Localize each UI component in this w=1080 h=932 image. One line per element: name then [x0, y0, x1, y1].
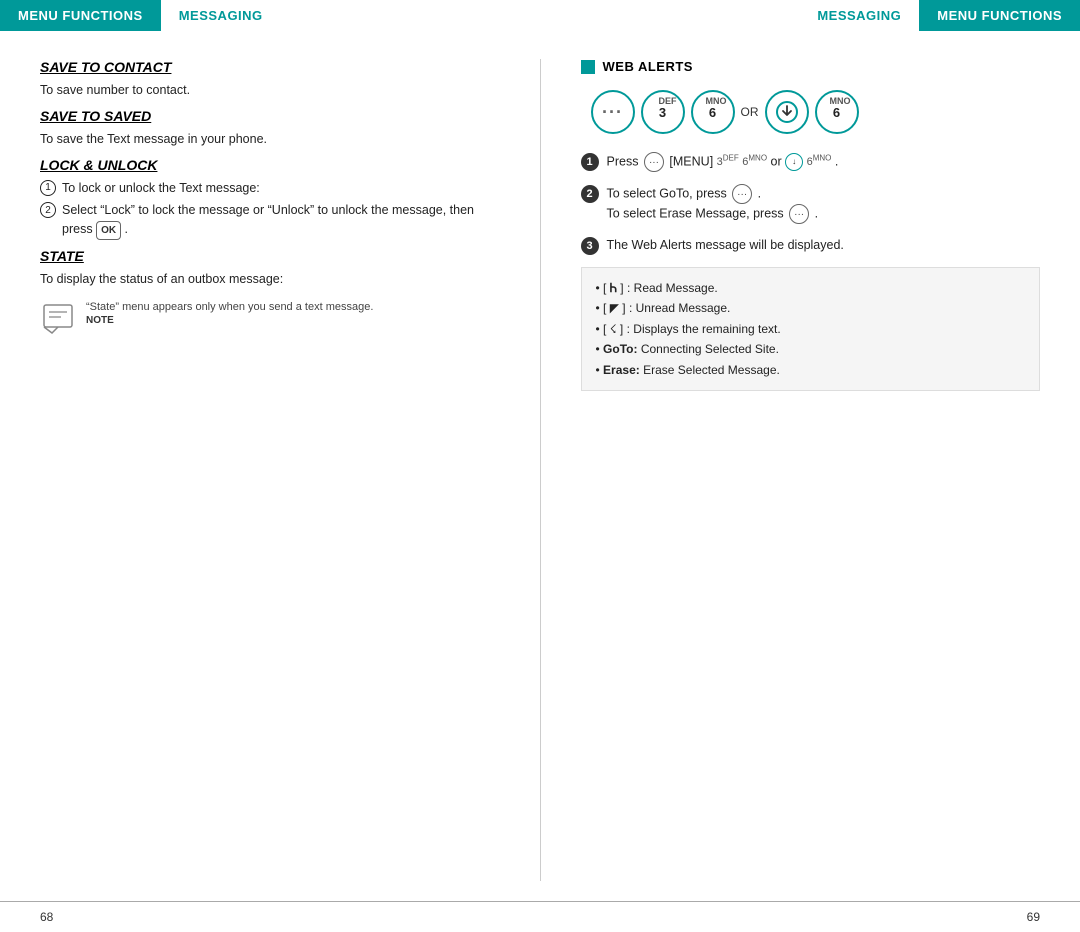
lock-unlock-step2-text: Select “Lock” to lock the message or “Un… — [62, 201, 500, 240]
6mno2-main: 6 — [833, 105, 840, 120]
legend-list: [ Ꮒ ] : Read Message. [ ◤ ] : Unread Mes… — [596, 278, 1026, 380]
download-arrow-icon — [776, 101, 798, 123]
legend-item-3: [ ☇ ] : Displays the remaining text. — [596, 319, 1026, 339]
page-number-right: 69 — [1027, 910, 1040, 924]
step1-text: Press ··· [MENU] 3DEF 6MNO or ↓ 6MNO . — [607, 152, 839, 172]
save-to-contact-title: SAVE TO CONTACT — [40, 59, 500, 75]
legend-label-2: : Unread Message. — [629, 301, 730, 315]
goto-btn: ··· — [732, 184, 752, 204]
erase-btn: ··· — [789, 204, 809, 224]
6mno-button-icon: MNO 6 — [691, 90, 735, 134]
step2-number: 2 — [40, 202, 56, 218]
page-footer: 68 69 — [0, 901, 1080, 932]
web-alerts-header: WEB ALERTS — [581, 59, 1041, 74]
legend-goto-bold: GoTo: — [603, 342, 637, 356]
legend-erase-bold: Erase: — [603, 363, 640, 377]
6mno-superscript: MNO — [706, 96, 727, 106]
legend-icon-2: [ ◤ ] — [603, 301, 626, 315]
left-column: SAVE TO CONTACT To save number to contac… — [40, 59, 541, 881]
lock-unlock-section: LOCK & UNLOCK 1 To lock or unlock the Te… — [40, 157, 500, 241]
legend-goto-label: Connecting Selected Site. — [641, 342, 779, 356]
main-content: SAVE TO CONTACT To save number to contac… — [0, 31, 1080, 901]
legend-item-1: [ Ꮒ ] : Read Message. — [596, 278, 1026, 298]
download-button-icon — [765, 90, 809, 134]
legend-item-4: GoTo: Connecting Selected Site. — [596, 339, 1026, 359]
menu-functions-badge-left: MENU FUNCTIONS — [0, 0, 161, 31]
note-box: “State” menu appears only when you send … — [40, 301, 500, 337]
messaging-label-left: MESSAGING — [161, 0, 281, 31]
legend-label-1: : Read Message. — [627, 281, 718, 295]
step-1: 1 Press ··· [MENU] 3DEF 6MNO or ↓ 6MNO . — [581, 152, 1041, 172]
button-icons-row: ··· DEF 3 MNO 6 OR — [591, 90, 1041, 134]
note-icon — [40, 301, 76, 337]
legend-icon-3: [ ☇ ] — [603, 322, 623, 336]
lock-unlock-step2: 2 Select “Lock” to lock the message or “… — [40, 201, 500, 240]
note-label: NOTE — [86, 315, 373, 326]
save-to-contact-section: SAVE TO CONTACT To save number to contac… — [40, 59, 500, 100]
right-column: WEB ALERTS ··· DEF 3 MNO 6 OR — [541, 59, 1041, 881]
6mno-main: 6 — [709, 105, 716, 120]
3def-main: 3 — [659, 105, 666, 120]
step-2: 2 To select GoTo, press ··· . To select … — [581, 184, 1041, 224]
dots-icon: ··· — [602, 102, 623, 123]
state-section: STATE To display the status of an outbox… — [40, 248, 500, 337]
lock-unlock-step1: 1 To lock or unlock the Text message: — [40, 179, 500, 198]
note-text: “State” menu appears only when you send … — [86, 301, 373, 313]
step3-text: The Web Alerts message will be displayed… — [607, 236, 844, 255]
legend-item-5: Erase: Erase Selected Message. — [596, 360, 1026, 380]
note-text-block: “State” menu appears only when you send … — [86, 301, 373, 326]
steps-list: 1 Press ··· [MENU] 3DEF 6MNO or ↓ 6MNO .… — [581, 152, 1041, 255]
save-to-saved-body: To save the Text message in your phone. — [40, 130, 500, 149]
step2-text: To select GoTo, press ··· . To select Er… — [607, 184, 819, 224]
header-left: MENU FUNCTIONS MESSAGING — [0, 0, 281, 31]
legend-label-3: : Displays the remaining text. — [627, 322, 781, 336]
state-body: To display the status of an outbox messa… — [40, 270, 500, 289]
header-right: MESSAGING MENU FUNCTIONS — [799, 0, 1080, 31]
6mno2-superscript: MNO — [830, 96, 851, 106]
step1-circle: 1 — [581, 153, 599, 171]
3def-button-icon: DEF 3 — [641, 90, 685, 134]
step3-circle: 3 — [581, 237, 599, 255]
page-number-left: 68 — [40, 910, 53, 924]
legend-box: [ Ꮒ ] : Read Message. [ ◤ ] : Unread Mes… — [581, 267, 1041, 391]
page-header: MENU FUNCTIONS MESSAGING MESSAGING MENU … — [0, 0, 1080, 31]
or-text: OR — [741, 105, 759, 119]
save-to-contact-body: To save number to contact. — [40, 81, 500, 100]
step2-circle: 2 — [581, 185, 599, 203]
legend-erase-label: Erase Selected Message. — [643, 363, 780, 377]
teal-square-icon — [581, 60, 595, 74]
step-3: 3 The Web Alerts message will be display… — [581, 236, 1041, 255]
state-title: STATE — [40, 248, 500, 264]
save-to-saved-title: SAVE TO SAVED — [40, 108, 500, 124]
save-to-saved-section: SAVE TO SAVED To save the Text message i… — [40, 108, 500, 149]
menu-functions-badge-right: MENU FUNCTIONS — [919, 0, 1080, 31]
messaging-label-right: MESSAGING — [799, 0, 919, 31]
step1-number: 1 — [40, 180, 56, 196]
3def-superscript: DEF — [659, 96, 677, 106]
6mno-second-button-icon: MNO 6 — [815, 90, 859, 134]
web-alerts-title: WEB ALERTS — [603, 59, 693, 74]
lock-unlock-title: LOCK & UNLOCK — [40, 157, 500, 173]
menu-inline-btn: ··· — [644, 152, 664, 172]
lock-unlock-step1-text: To lock or unlock the Text message: — [62, 179, 260, 198]
menu-button-icon: ··· — [591, 90, 635, 134]
lock-unlock-list: 1 To lock or unlock the Text message: 2 … — [40, 179, 500, 241]
legend-icon-1: [ Ꮒ ] — [603, 281, 624, 295]
legend-item-2: [ ◤ ] : Unread Message. — [596, 298, 1026, 318]
ok-button-inline: OK — [96, 221, 121, 240]
